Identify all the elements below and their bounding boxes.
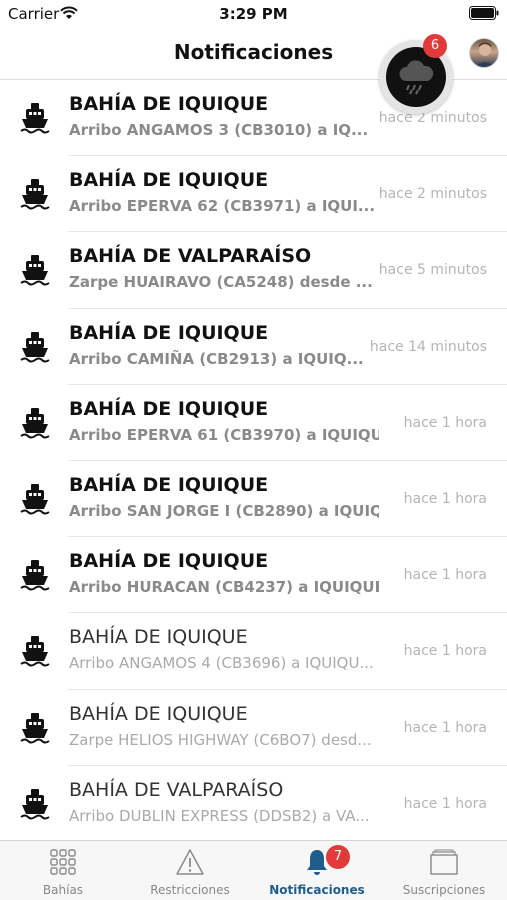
tab-label: Restricciones: [150, 883, 230, 897]
notification-body: Arribo EPERVA 62 (CB3971) a IQUI...: [69, 197, 376, 216]
tab-bahias[interactable]: Bahías: [0, 841, 126, 900]
ship-icon: [20, 483, 50, 515]
notification-time: hace 1 hora: [403, 795, 487, 812]
notification-title: BAHÍA DE IQUIQUE: [69, 397, 269, 420]
tab-label: Notificaciones: [269, 883, 365, 897]
ship-icon: [20, 331, 50, 363]
notifications-badge: 7: [326, 845, 350, 869]
ship-icon: [20, 254, 50, 286]
tab-notificaciones[interactable]: 7 Notificaciones: [254, 841, 380, 900]
ship-icon: [20, 102, 50, 134]
notification-body: Arribo HURACAN (CB4237) a IQUIQUE: [69, 578, 379, 597]
notification-title: BAHÍA DE IQUIQUE: [69, 93, 269, 115]
ship-icon: [20, 788, 50, 820]
notification-time: hace 1 hora: [403, 567, 487, 584]
notification-row[interactable]: BAHÍA DE IQUIQUE Arribo EPERVA 61 (CB3970…: [0, 385, 507, 461]
grid-icon: [50, 849, 76, 875]
tab-bar: Bahías Restricciones 7 Notificaciones Su…: [0, 840, 507, 900]
notification-title: BAHÍA DE IQUIQUE: [69, 321, 269, 344]
notification-row[interactable]: BAHÍA DE IQUIQUE Zarpe HELIOS HIGHWAY (C6…: [0, 690, 507, 766]
notification-title: BAHÍA DE IQUIQUE: [69, 550, 269, 573]
notification-time: hace 1 hora: [403, 490, 487, 507]
notification-title: BAHÍA DE VALPARAÍSO: [69, 778, 284, 801]
notification-time: hace 2 minutos: [378, 110, 487, 126]
tab-restricciones[interactable]: Restricciones: [127, 841, 253, 900]
notification-body: Arribo ANGAMOS 3 (CB3010) a IQ...: [69, 121, 369, 139]
weather-badge: 6: [423, 34, 447, 58]
notification-body: Zarpe HELIOS HIGHWAY (C6BO7) desd...: [69, 730, 372, 749]
notification-body: Arribo ANGAMOS 4 (CB3696) a IQUIQU...: [69, 654, 374, 673]
notification-title: BAHÍA DE IQUIQUE: [69, 169, 269, 192]
notification-row[interactable]: BAHÍA DE IQUIQUE Arribo CAMIÑA (CB2913) a…: [0, 309, 507, 385]
notification-time: hace 1 hora: [403, 414, 487, 431]
ship-icon: [20, 712, 50, 744]
notification-row[interactable]: BAHÍA DE IQUIQUE Arribo ANGAMOS 4 (CB3696…: [0, 613, 507, 690]
notification-row[interactable]: BAHÍA DE IQUIQUE Arribo EPERVA 62 (CB3971…: [0, 156, 507, 233]
ship-icon: [20, 178, 50, 210]
folder-icon: [430, 849, 458, 875]
tab-label: Suscripciones: [402, 883, 486, 897]
ship-icon: [20, 635, 50, 667]
notification-time: hace 14 minutos: [369, 338, 487, 355]
notification-body: Arribo DUBLIN EXPRESS (DDSB2) a VA...: [69, 806, 370, 825]
notification-title: BAHÍA DE IQUIQUE: [69, 702, 248, 725]
rain-cloud-icon: [399, 60, 434, 95]
ship-icon: [20, 559, 50, 591]
notification-time: hace 1 hora: [403, 719, 487, 736]
notification-body: Arribo SAN JORGE I (CB2890) a IQUIQ...: [69, 501, 379, 520]
tab-label: Bahías: [42, 883, 84, 897]
notification-body: Arribo EPERVA 61 (CB3970) a IQUIQUE: [69, 425, 379, 444]
notification-row[interactable]: BAHÍA DE IQUIQUE Arribo SAN JORGE I (CB28…: [0, 461, 507, 538]
notification-row[interactable]: BAHÍA DE IQUIQUE Arribo HURACAN (CB4237) …: [0, 537, 507, 614]
notification-row[interactable]: BAHÍA DE VALPARAÍSO Arribo DUBLIN EXPRESS…: [0, 766, 507, 842]
warning-icon: [176, 849, 204, 875]
notification-title: BAHÍA DE IQUIQUE: [69, 473, 269, 496]
battery-icon: [469, 6, 499, 20]
notification-row[interactable]: BAHÍA DE VALPARAÍSO Zarpe HUAIRAVO (CA524…: [0, 232, 507, 309]
notification-list: BAHÍA DE IQUIQUE Arribo ANGAMOS 3 (CB3010…: [0, 80, 507, 842]
notification-body: Zarpe HUAIRAVO (CA5248) desde ...: [69, 273, 373, 292]
notification-time: hace 2 minutos: [378, 186, 487, 203]
notification-title: BAHÍA DE VALPARAÍSO: [69, 245, 312, 268]
notification-body: Arribo CAMIÑA (CB2913) a IQUIQ...: [69, 349, 364, 368]
notification-title: BAHÍA DE IQUIQUE: [69, 626, 248, 649]
user-avatar[interactable]: [469, 38, 499, 68]
notification-time: hace 5 minutos: [378, 262, 487, 279]
ship-icon: [20, 407, 50, 439]
tab-suscripciones[interactable]: Suscripciones: [381, 841, 507, 900]
clock: 3:29 PM: [219, 5, 288, 23]
status-bar: Carrier 3:29 PM: [0, 0, 507, 28]
notification-time: hace 1 hora: [403, 643, 487, 660]
